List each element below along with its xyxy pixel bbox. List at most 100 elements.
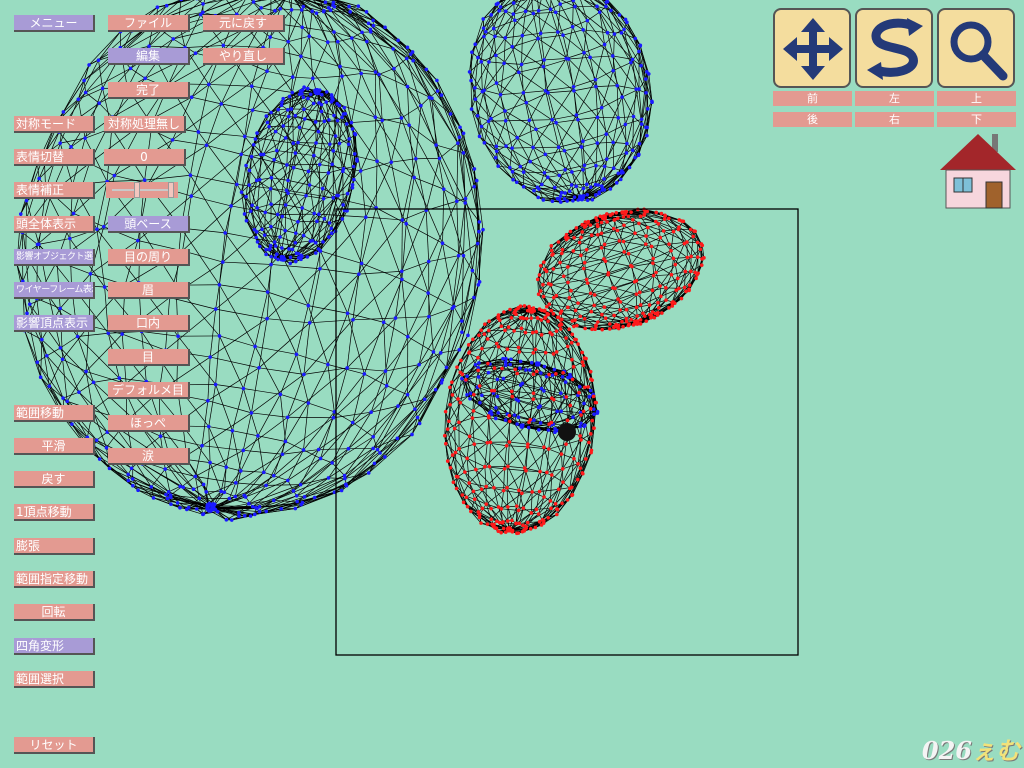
mesh-edge [518, 328, 522, 348]
mesh-edge [484, 90, 501, 95]
mesh-edge [605, 96, 623, 135]
mesh-edge [275, 115, 296, 132]
mesh-edge [293, 167, 309, 172]
mesh-edge [521, 59, 545, 65]
mesh-edge [573, 86, 596, 92]
mesh-edge [494, 13, 514, 37]
mesh-edge [539, 447, 545, 472]
mesh-edge [260, 154, 272, 178]
mesh-edge [604, 228, 615, 245]
mesh-edge [519, 351, 534, 354]
mesh-edge [454, 428, 456, 453]
mesh-edge [264, 212, 266, 236]
mesh-edge [652, 287, 666, 291]
mesh-edge [530, 161, 549, 178]
mesh-edge [512, 38, 539, 48]
mesh-edge [532, 119, 553, 148]
mesh-edge [412, 60, 451, 115]
mesh-edge [407, 336, 434, 353]
mesh-edge [605, 260, 633, 267]
mesh-edge [537, 38, 544, 67]
mesh-edge [495, 55, 497, 84]
mesh-edge [300, 27, 303, 57]
mesh-edge [518, 468, 526, 491]
mesh-edge [271, 264, 320, 270]
mesh-edge [617, 85, 637, 90]
mesh-edge [523, 92, 530, 121]
mesh-edge [597, 117, 614, 143]
mesh-edge [440, 308, 453, 353]
mesh-edge [20, 200, 27, 215]
mesh-edge [425, 158, 440, 211]
mesh-edge [595, 85, 618, 87]
mesh-edge [456, 143, 459, 202]
mesh-edge [287, 449, 304, 481]
mesh-edge [280, 394, 286, 442]
mesh-edge [632, 116, 634, 151]
mesh-edge [207, 400, 252, 414]
mesh-edge [496, 71, 519, 84]
mesh-edge [287, 192, 307, 197]
mesh-edge [553, 353, 573, 361]
mesh-edge [461, 255, 464, 322]
mesh-edge [548, 275, 564, 285]
mesh-edge [208, 384, 216, 427]
mesh-edge [85, 92, 100, 104]
mesh-edge [436, 80, 464, 134]
mesh-edge [653, 274, 672, 277]
mesh-edge [209, 318, 268, 358]
mesh-edge [489, 442, 491, 467]
mesh-edge [219, 284, 268, 293]
mesh-edge [552, 114, 577, 121]
mesh-edge [556, 119, 579, 124]
mesh-edge [589, 57, 597, 87]
mesh-edge [331, 462, 345, 476]
mesh-edge [596, 324, 617, 326]
mesh-edge [323, 11, 335, 33]
mesh-edge [206, 490, 222, 493]
mesh-edge [544, 58, 567, 61]
mesh-edge [401, 210, 427, 272]
mesh-edge [296, 353, 328, 365]
mesh-edge [360, 161, 392, 172]
mesh-edge [384, 27, 414, 61]
mesh-edge [209, 309, 217, 358]
mesh-edge [454, 428, 470, 437]
mesh-edge [62, 391, 80, 399]
mesh-edge [544, 172, 556, 188]
mesh-edge [240, 470, 264, 473]
mesh-edge [531, 471, 541, 493]
mesh-edge [335, 210, 348, 232]
mesh-edge [225, 232, 275, 243]
mesh-edge [595, 44, 605, 80]
mesh-edge [336, 66, 341, 104]
mesh-edge [46, 347, 61, 357]
mesh-edge [215, 264, 272, 310]
mesh-edge [450, 113, 475, 170]
mesh-edge [555, 11, 584, 31]
mesh-edge [257, 203, 272, 209]
mesh-edge [587, 11, 600, 21]
mesh-edge [303, 322, 311, 375]
mesh-edge [580, 247, 602, 256]
mesh-edge [351, 38, 362, 74]
mesh-edge [671, 258, 674, 275]
mesh-edge [77, 336, 94, 383]
mesh-edge [504, 102, 527, 112]
mesh-edge [440, 349, 460, 354]
mesh-edge [36, 362, 64, 399]
mesh-edge [671, 271, 686, 276]
mesh-edge [674, 264, 679, 279]
mesh-edge [361, 32, 395, 69]
mesh-edge [616, 85, 634, 117]
mesh-edge [258, 318, 268, 368]
mesh-edge [567, 262, 585, 283]
mesh-edge [309, 319, 353, 324]
mesh-edge [694, 257, 699, 273]
mesh-edge [634, 281, 653, 291]
mesh-edge [496, 150, 521, 167]
mesh-edge [604, 301, 621, 308]
mesh-edge [334, 472, 369, 493]
mesh-edge [293, 462, 333, 492]
mesh-edge [540, 373, 542, 389]
